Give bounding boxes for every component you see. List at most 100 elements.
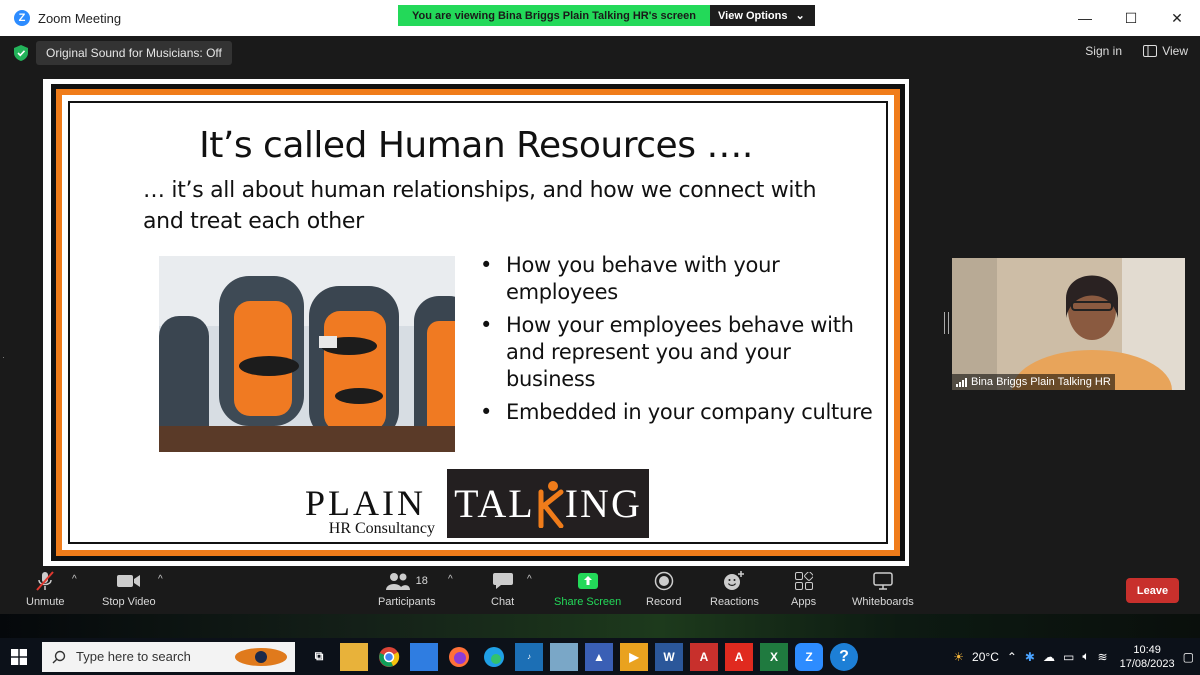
notifications-icon[interactable]: ▢ [1183, 650, 1194, 664]
view-label: View [1162, 44, 1188, 58]
acrobat-reader-icon[interactable]: A [725, 642, 753, 671]
talking-logo-left: TAL [454, 481, 535, 526]
clock-date: 17/08/2023 [1119, 657, 1175, 670]
battery-icon[interactable]: ▭ [1063, 650, 1074, 664]
plain-logo: PLAIN HR Consultancy [305, 484, 435, 538]
chevron-down-icon: ⌄ [795, 10, 805, 22]
participants-label: Participants [378, 596, 436, 608]
grid-view-icon [1143, 45, 1158, 57]
talking-logo-right: ING [564, 481, 642, 526]
panel-resize-handle[interactable] [944, 312, 949, 334]
chrome-icon[interactable] [375, 643, 403, 671]
office-pods-photo [159, 256, 455, 452]
stop-video-label: Stop Video [102, 596, 156, 608]
chat-label: Chat [491, 596, 515, 608]
apps-button[interactable]: Apps [791, 570, 816, 608]
edge-glyph: · [2, 352, 5, 362]
chat-button[interactable]: Chat [491, 570, 514, 608]
view-button[interactable]: View [1143, 44, 1188, 58]
unmute-button[interactable]: Unmute [26, 570, 65, 608]
bullet-item: How your employees behave with and repre… [480, 312, 880, 393]
close-button[interactable]: ✕ [1154, 0, 1200, 36]
participant-video-tile[interactable]: Bina Briggs Plain Talking HR [952, 258, 1185, 390]
share-screen-button[interactable]: Share Screen [554, 570, 621, 608]
tray-overflow-icon[interactable]: ⌃ [1007, 650, 1017, 664]
system-tray: ☀ 20°C ⌃ ✱ ☁ ▭ 🔈︎ ≋ 10:49 17/08/2023 ▢ [953, 638, 1194, 675]
stop-video-button[interactable]: Stop Video [102, 570, 156, 608]
minimize-button[interactable]: — [1062, 0, 1108, 36]
video-options-caret[interactable]: ^ [158, 574, 163, 585]
shield-check-icon [14, 45, 28, 61]
word-icon[interactable]: W [655, 642, 683, 671]
upload-app-icon[interactable]: ▲ [585, 642, 613, 671]
participants-count: 18 [415, 575, 428, 587]
task-view-icon[interactable]: ⧉ [305, 643, 333, 671]
participants-button[interactable]: 18 Participants [378, 570, 435, 608]
edge-icon[interactable] [480, 643, 508, 671]
amazon-music-icon[interactable]: ♪ [515, 642, 543, 671]
acrobat-icon[interactable]: A [690, 642, 718, 671]
apps-label: Apps [791, 596, 817, 608]
temperature-text[interactable]: 20°C [972, 650, 999, 664]
meeting-area: Original Sound for Musicians: Off Sign i… [0, 36, 1200, 566]
shared-screen-slide: It’s called Human Resources …. … it’s al… [43, 79, 909, 566]
participant-name-label: Bina Briggs Plain Talking HR [952, 374, 1115, 390]
search-placeholder: Type here to search [76, 649, 191, 664]
whiteboards-label: Whiteboards [852, 596, 914, 608]
meeting-toolbar: Unmute ^ Stop Video ^ 18 Participants ^ [0, 566, 1200, 614]
zoom-taskbar-icon[interactable]: Z [795, 642, 823, 671]
search-icon [52, 650, 66, 663]
record-icon [654, 570, 674, 592]
view-options-button[interactable]: View Options ⌄ [710, 5, 815, 26]
slide-bullet-list: How you behave with your employees How y… [480, 252, 880, 432]
clock-time: 10:49 [1133, 643, 1161, 656]
viewing-banner: You are viewing Bina Briggs Plain Talkin… [398, 5, 815, 26]
excel-icon[interactable]: X [760, 642, 788, 671]
reactions-label: Reactions [710, 596, 759, 608]
wifi-icon[interactable]: ≋ [1098, 650, 1108, 664]
file-explorer-icon[interactable] [340, 642, 368, 671]
zoom-logo-icon: Z [14, 10, 30, 26]
video-camera-icon [116, 570, 141, 592]
share-screen-label: Share Screen [554, 596, 622, 608]
windows-logo-icon [11, 648, 27, 665]
chat-options-caret[interactable]: ^ [527, 574, 532, 585]
taskbar-clock[interactable]: 10:49 17/08/2023 [1120, 643, 1175, 671]
windows-start-button[interactable] [0, 638, 38, 675]
help-icon[interactable]: ? [830, 642, 858, 671]
window-title: Zoom Meeting [38, 10, 122, 26]
record-button[interactable]: Record [646, 570, 681, 608]
audio-options-caret[interactable]: ^ [72, 574, 77, 585]
people-icon [385, 573, 410, 590]
onedrive-icon[interactable]: ☁ [1043, 650, 1055, 664]
firefox-icon[interactable] [445, 643, 473, 671]
talking-logo: TAL ING [447, 469, 649, 538]
view-options-label: View Options [718, 9, 788, 22]
leave-button[interactable]: Leave [1126, 578, 1179, 603]
reactions-button[interactable]: Reactions [710, 570, 759, 608]
viewing-banner-message: You are viewing Bina Briggs Plain Talkin… [398, 5, 711, 26]
original-sound-button[interactable]: Original Sound for Musicians: Off [36, 41, 232, 65]
signal-strength-icon [956, 377, 967, 387]
whiteboard-icon [873, 570, 893, 592]
store-icon[interactable] [410, 642, 438, 671]
bluetooth-icon[interactable]: ✱ [1025, 650, 1035, 664]
participants-options-caret[interactable]: ^ [448, 574, 453, 585]
desktop-background-strip [0, 614, 1200, 638]
windows-taskbar: Type here to search ⧉ ♪ ▲ ▶ W A A X Z ? … [0, 638, 1200, 675]
apps-grid-icon [794, 570, 813, 592]
media-player-icon[interactable]: ▶ [620, 642, 648, 671]
window-controls: — ☐ ✕ [1062, 0, 1200, 36]
taskbar-search-box[interactable]: Type here to search [42, 641, 295, 672]
network-app-icon[interactable] [550, 642, 578, 671]
volume-icon[interactable]: 🔈︎ [1082, 649, 1089, 664]
maximize-button[interactable]: ☐ [1108, 0, 1154, 36]
microphone-muted-icon [34, 570, 56, 592]
chat-bubble-icon [492, 570, 513, 592]
bullet-item: Embedded in your company culture [480, 399, 880, 426]
window-titlebar: Z Zoom Meeting You are viewing Bina Brig… [0, 0, 1200, 36]
whiteboards-button[interactable]: Whiteboards [852, 570, 914, 608]
sound-settings: Original Sound for Musicians: Off [14, 40, 232, 66]
unmute-label: Unmute [26, 596, 65, 608]
sign-in-link[interactable]: Sign in [1085, 44, 1122, 58]
